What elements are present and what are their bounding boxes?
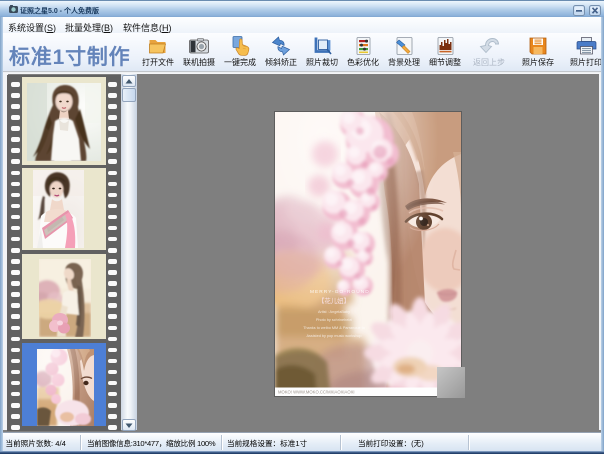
svg-text:MOKO! WWW.MOKO.CC/MXIAOXIAOXI: MOKO! WWW.MOKO.CC/MXIAOXIAOXI xyxy=(278,390,355,395)
svg-text:Assisted by pop music workshop: Assisted by pop music workshop xyxy=(306,334,361,338)
svg-text:Thanks to weibo MM & Parranoue: Thanks to weibo MM & Parranoue to xyxy=(303,326,365,330)
svg-text:Photo by schrineheiei: Photo by schrineheiei xyxy=(316,318,352,322)
svg-text:MERRY-GO-ROUND: MERRY-GO-ROUND xyxy=(310,289,370,295)
svg-text:Artist : AngelaBaby: Artist : AngelaBaby xyxy=(318,310,350,314)
svg-text:【花儿妞】: 【花儿妞】 xyxy=(318,296,350,305)
